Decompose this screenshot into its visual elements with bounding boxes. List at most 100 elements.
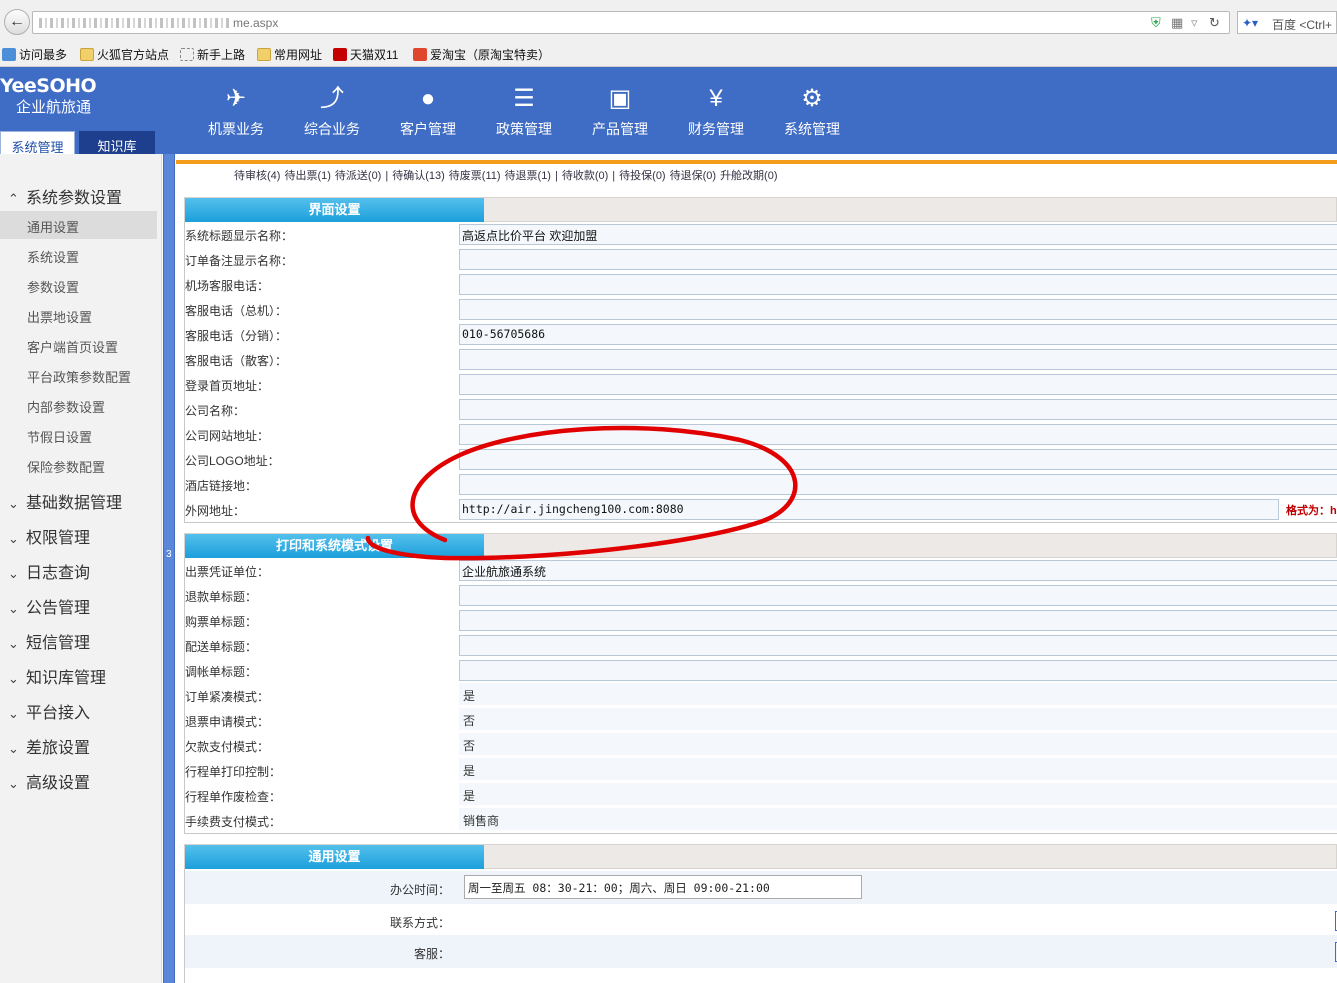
sidebar-group-system-params[interactable]: ⌃ 系统参数设置	[8, 184, 122, 208]
text-field[interactable]: 企业航旅通系统	[459, 560, 1337, 581]
text-field[interactable]: 010-56705686	[459, 324, 1337, 345]
office-hours-label: 办公时间：	[389, 883, 450, 897]
sidebar-item-general-settings[interactable]: 通用设置	[0, 211, 157, 239]
office-hours-field[interactable]: 周一至周五 08：30-21：00；周六、周日 09:00-21:00	[464, 875, 862, 899]
sidebar-group-basic-data[interactable]: ⌄ 基础数据管理	[8, 489, 122, 513]
address-bar[interactable]: me.aspx ⛨ ▦ ▿ ↻	[32, 11, 1230, 34]
nav-policy-management[interactable]: ☰ 政策管理	[484, 85, 564, 139]
field-label: 客服电话（散客）：	[185, 354, 288, 368]
nav-comprehensive-business[interactable]: ⤴ 综合业务	[292, 85, 372, 139]
qr-code-icon[interactable]: ▦	[1171, 15, 1183, 31]
text-field[interactable]	[459, 635, 1337, 656]
factory-icon: ▣	[608, 85, 632, 112]
text-field[interactable]	[459, 424, 1337, 445]
pending-link[interactable]: 待确认(13)	[392, 170, 445, 182]
bookmark-most-visited[interactable]: 访问最多	[2, 46, 67, 63]
sidebar-item-insurance-params[interactable]: 保险参数配置	[0, 451, 157, 479]
text-field[interactable]	[459, 299, 1337, 320]
sidebar-group-knowledge[interactable]: ⌄ 知识库管理	[8, 664, 106, 688]
sidebar-group-advanced[interactable]: ⌄ 高级设置	[8, 769, 90, 793]
pending-link[interactable]: 待退票(1)	[505, 170, 551, 182]
reload-icon[interactable]: ↻	[1209, 15, 1220, 31]
form-row: 酒店链接地：	[185, 472, 1337, 497]
text-field[interactable]	[459, 449, 1337, 470]
field-label: 退款单标题：	[185, 590, 258, 604]
url-blurred-segment	[39, 18, 229, 28]
tab-knowledge-base[interactable]: 知识库	[79, 131, 155, 154]
shield-icon[interactable]: ⛨	[1151, 15, 1161, 31]
form-row: 调帐单标题：	[185, 658, 1337, 683]
mode-value[interactable]: 是	[459, 783, 1337, 805]
back-arrow-icon: ←	[9, 13, 25, 30]
pending-link[interactable]: 待废票(11)	[449, 170, 501, 182]
sidebar-group-travel-settings[interactable]: ⌄ 差旅设置	[8, 734, 90, 758]
text-field[interactable]	[459, 374, 1337, 395]
pending-link[interactable]: 升舱改期(0)	[720, 170, 777, 182]
pending-link[interactable]: 待收款(0)	[562, 170, 608, 182]
form-row: 公司网站地址：	[185, 422, 1337, 447]
sidebar-item-system-settings[interactable]: 系统设置	[0, 241, 157, 269]
nav-customer-management[interactable]: ● 客户管理	[388, 85, 468, 139]
nav-ticket-business[interactable]: ✈ 机票业务	[196, 85, 276, 139]
chevron-down-icon: ⌄	[8, 566, 19, 581]
text-field[interactable]	[459, 274, 1337, 295]
tab-system-management[interactable]: 系统管理	[0, 131, 75, 155]
sidebar-group-platform-access[interactable]: ⌄ 平台接入	[8, 699, 90, 723]
sidebar-item-ticketing-location[interactable]: 出票地设置	[0, 301, 157, 329]
pending-link[interactable]: 待出票(1)	[284, 170, 330, 182]
bookmark-firefox-site[interactable]: 火狐官方站点	[80, 46, 169, 63]
taobao-icon	[413, 48, 427, 61]
text-field[interactable]: http://air.jingcheng100.com:8080	[459, 499, 1279, 520]
mode-value[interactable]: 否	[459, 733, 1337, 755]
sidebar-item-platform-policy[interactable]: 平台政策参数配置	[0, 361, 157, 389]
pending-link[interactable]: 待审核(4)	[234, 170, 280, 182]
section-header-print-settings: 打印和系统模式设置	[184, 533, 1337, 558]
search-input[interactable]: ✦▾ 百度 <Ctrl+	[1237, 11, 1337, 34]
text-field[interactable]	[459, 249, 1337, 270]
chevron-down-icon: ⌄	[8, 496, 19, 511]
mode-value[interactable]: 是	[459, 683, 1337, 705]
text-field[interactable]	[459, 474, 1337, 495]
pending-link[interactable]: 待退保(0)	[670, 170, 716, 182]
form-row: 欠款支付模式： 否	[185, 733, 1337, 758]
section-title: 通用设置	[185, 845, 484, 869]
pending-link[interactable]: 待投保(0)	[619, 170, 665, 182]
field-label: 机场客服电话：	[185, 279, 270, 293]
search-placeholder: 百度 <Ctrl+	[1272, 18, 1333, 32]
text-field[interactable]: 高返点比价平台 欢迎加盟	[459, 224, 1337, 245]
sidebar-group-permissions[interactable]: ⌄ 权限管理	[8, 524, 90, 548]
form-row: 行程单作废检查： 是	[185, 783, 1337, 808]
nav-finance-management[interactable]: ¥ 财务管理	[676, 85, 756, 139]
text-field[interactable]	[459, 585, 1337, 606]
text-field[interactable]	[459, 660, 1337, 681]
folder-icon	[80, 48, 94, 61]
mode-value[interactable]: 是	[459, 758, 1337, 780]
bookmark-common-sites[interactable]: 常用网址	[257, 46, 322, 63]
form-row: 出票凭证单位： 企业航旅通系统	[185, 558, 1337, 583]
sidebar-item-internal-params[interactable]: 内部参数设置	[0, 391, 157, 419]
bookmark-tmall[interactable]: 天猫双11	[333, 46, 398, 63]
bookmark-aitaobao[interactable]: 爱淘宝（原淘宝特卖）	[413, 46, 550, 63]
text-field[interactable]	[459, 349, 1337, 370]
dropdown-arrow-icon[interactable]: ▿	[1191, 15, 1198, 31]
nav-product-management[interactable]: ▣ 产品管理	[580, 85, 660, 139]
sidebar-splitter[interactable]: 3	[163, 154, 175, 983]
nav-system-management[interactable]: ⚙ 系统管理	[772, 85, 852, 139]
sidebar-item-parameter-settings[interactable]: 参数设置	[0, 271, 157, 299]
url-text: me.aspx	[233, 16, 279, 30]
sidebar-group-log-query[interactable]: ⌄ 日志查询	[8, 559, 90, 583]
sidebar-item-holiday-settings[interactable]: 节假日设置	[0, 421, 157, 449]
text-field[interactable]	[459, 610, 1337, 631]
mode-value[interactable]: 否	[459, 708, 1337, 730]
form-row: 外网地址： http://air.jingcheng100.com:8080 格式为…	[185, 497, 1337, 522]
field-label: 公司网站地址：	[185, 429, 270, 443]
sidebar-group-sms[interactable]: ⌄ 短信管理	[8, 629, 90, 653]
back-button[interactable]: ←	[4, 9, 30, 35]
bookmark-getting-started[interactable]: 新手上路	[180, 46, 245, 63]
mode-value[interactable]: 销售商	[459, 808, 1337, 830]
sidebar-group-announcements[interactable]: ⌄ 公告管理	[8, 594, 90, 618]
section-title: 界面设置	[185, 198, 484, 222]
text-field[interactable]	[459, 399, 1337, 420]
sidebar-item-client-homepage[interactable]: 客户端首页设置	[0, 331, 157, 359]
pending-link[interactable]: 待派送(0)	[335, 170, 381, 182]
